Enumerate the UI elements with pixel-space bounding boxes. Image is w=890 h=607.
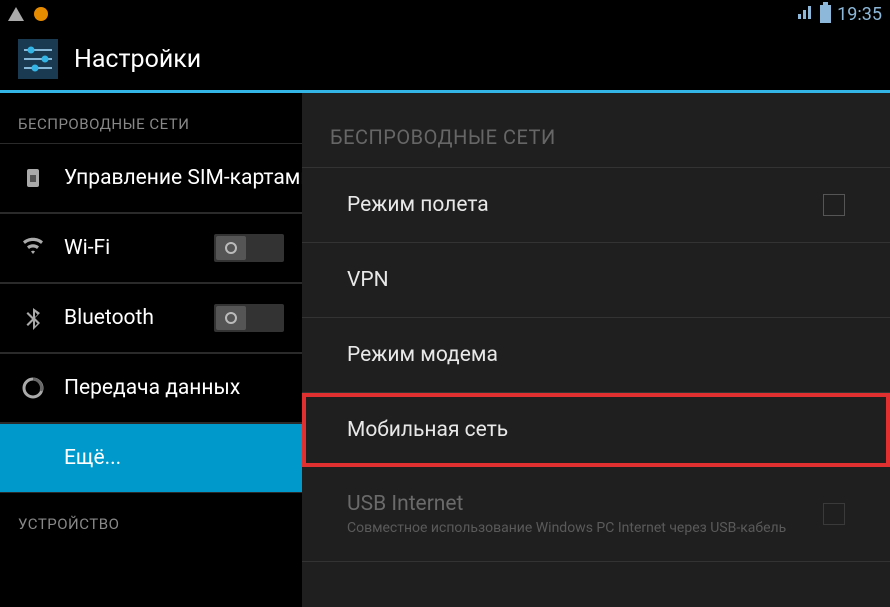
usb-checkbox: [823, 503, 845, 525]
status-time: 19:35: [837, 4, 882, 25]
signal-icon: [796, 3, 814, 25]
sidebar-item-more[interactable]: Ещё...: [0, 423, 302, 493]
detail-text-wrap: USB Internet Совместное использование Wi…: [347, 492, 786, 536]
sidebar-section-device: УСТРОЙСТВО: [0, 493, 302, 543]
notification-icon: [34, 7, 48, 21]
header-title: Настройки: [74, 45, 201, 74]
detail-panel: Беспроводные сети Режим полета VPN Режим…: [302, 93, 890, 607]
data-usage-icon: [18, 377, 48, 399]
sidebar-item-label: Передача данных: [64, 376, 240, 400]
content-area: БЕСПРОВОДНЫЕ СЕТИ Управление SIM-картами…: [0, 93, 890, 607]
sim-icon: [18, 167, 48, 189]
sidebar-item-sim[interactable]: Управление SIM-картами: [0, 143, 302, 213]
detail-item-label: Режим модема: [347, 343, 498, 367]
settings-icon: [18, 39, 58, 79]
battery-icon: [820, 5, 831, 23]
detail-item-tethering[interactable]: Режим модема: [302, 318, 890, 393]
sidebar-item-label: Bluetooth: [64, 306, 154, 330]
detail-item-subtitle: Совместное использование Windows PC Inte…: [347, 520, 786, 536]
status-right: 19:35: [796, 3, 882, 25]
sidebar-item-bluetooth[interactable]: Bluetooth: [0, 283, 302, 353]
sidebar-section-wireless: БЕСПРОВОДНЫЕ СЕТИ: [0, 93, 302, 143]
warning-icon: [8, 7, 24, 21]
settings-sidebar: БЕСПРОВОДНЫЕ СЕТИ Управление SIM-картами…: [0, 93, 302, 607]
detail-section-header: Беспроводные сети: [302, 93, 890, 168]
wifi-toggle[interactable]: [214, 234, 284, 262]
sidebar-item-label: Wi-Fi: [64, 236, 110, 260]
sidebar-item-wifi[interactable]: Wi-Fi: [0, 213, 302, 283]
detail-item-mobile-network[interactable]: Мобильная сеть: [302, 393, 890, 467]
wifi-icon: [18, 236, 48, 260]
detail-item-airplane[interactable]: Режим полета: [302, 168, 890, 243]
bluetooth-toggle[interactable]: [214, 304, 284, 332]
sidebar-item-data-usage[interactable]: Передача данных: [0, 353, 302, 423]
detail-item-label: VPN: [347, 268, 389, 292]
status-left: [8, 7, 48, 21]
detail-item-usb-internet: USB Internet Совместное использование Wi…: [302, 467, 890, 562]
bluetooth-icon: [18, 306, 48, 330]
airplane-checkbox[interactable]: [823, 194, 845, 216]
detail-item-label: Мобильная сеть: [347, 418, 508, 442]
app-header: Настройки: [0, 28, 890, 93]
detail-item-label: Режим полета: [347, 193, 489, 217]
detail-item-label: USB Internet: [347, 492, 786, 516]
detail-item-vpn[interactable]: VPN: [302, 243, 890, 318]
status-bar: 19:35: [0, 0, 890, 28]
sidebar-item-label: Ещё...: [64, 446, 121, 470]
sidebar-item-label: Управление SIM-картами: [64, 166, 302, 190]
